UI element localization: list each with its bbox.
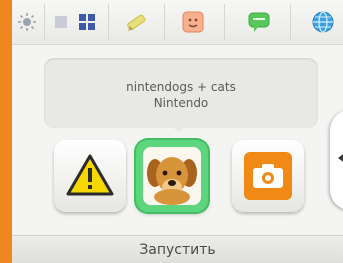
notifications-button[interactable] (244, 8, 274, 36)
game-icon-frame (143, 147, 201, 205)
home-menu-screen: nintendogs + cats Nintendo Запустить (12, 0, 343, 263)
scroll-edge-tile[interactable] (330, 110, 343, 210)
camera-icon-bg (244, 152, 292, 200)
globe-icon (312, 11, 334, 33)
notes-button[interactable] (120, 8, 152, 36)
internet-button[interactable] (308, 8, 338, 36)
grid-large-icon (79, 14, 95, 30)
app-tile-nintendogs[interactable] (136, 140, 208, 212)
grid-small-icon (55, 16, 67, 28)
launch-label: Запустить (139, 242, 216, 258)
toolbar-divider (290, 4, 291, 40)
top-toolbar (12, 0, 343, 45)
toolbar-divider (108, 4, 109, 40)
game-info-panel: nintendogs + cats Nintendo (44, 58, 318, 128)
mii-icon (182, 11, 204, 33)
toolbar-divider (44, 4, 45, 40)
grid-large-button[interactable] (74, 8, 100, 36)
app-tile-warning[interactable] (54, 140, 126, 212)
brightness-button[interactable] (12, 8, 42, 36)
app-tile-camera[interactable] (232, 140, 304, 212)
puppy-icon (143, 147, 201, 205)
toolbar-divider (224, 4, 225, 40)
warning-icon (66, 154, 114, 196)
game-publisher: Nintendo (153, 96, 209, 110)
brightness-icon (18, 13, 36, 31)
toolbar-divider (164, 4, 165, 40)
game-title: nintendogs + cats (126, 80, 236, 94)
arrow-icon (338, 154, 343, 162)
pencil-icon (127, 14, 146, 31)
camera-icon (253, 164, 283, 188)
launch-button[interactable]: Запустить (12, 235, 343, 263)
info-pointer (172, 126, 186, 133)
grid-small-button[interactable] (52, 8, 70, 36)
friends-button[interactable] (178, 8, 208, 36)
chat-icon (248, 12, 270, 32)
